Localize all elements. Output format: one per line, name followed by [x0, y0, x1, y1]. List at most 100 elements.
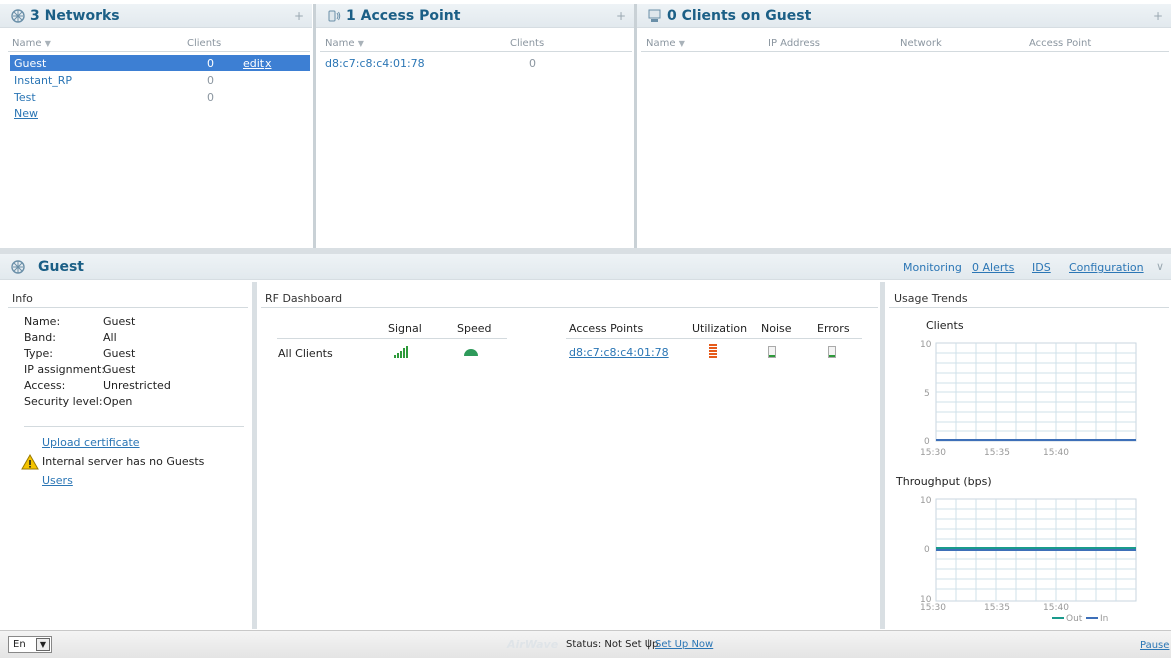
info-separator — [24, 426, 244, 427]
utilization-bar-icon — [709, 344, 717, 358]
upload-certificate-link[interactable]: Upload certificate — [42, 436, 140, 449]
info-title-line — [8, 307, 248, 308]
info-label-band: Band: — [24, 331, 56, 344]
language-value: En — [13, 639, 26, 650]
ap-col-clients: Clients — [510, 38, 545, 49]
throughput-x-tick-1535: 15:35 — [984, 603, 1010, 613]
noise-bar-icon — [768, 346, 776, 358]
rf-row-label: All Clients — [278, 347, 333, 360]
info-label-type: Type: — [24, 347, 53, 360]
top-divider-2 — [634, 4, 637, 248]
clients-panel-header: 0 Clients on Guest + — [637, 4, 1171, 28]
rf-col-access-points: Access Points — [569, 322, 644, 335]
access-points-panel-header: 1 Access Point + — [316, 4, 634, 28]
network-row-instant-rp-clients: 0 — [207, 74, 214, 87]
set-up-now-link[interactable]: Set Up Now — [655, 639, 713, 650]
speed-gauge-icon — [464, 349, 478, 356]
detail-divider-1 — [252, 282, 257, 629]
rf-header-line-left — [277, 338, 507, 339]
client-computer-icon — [648, 9, 661, 22]
network-delete-link[interactable]: x — [265, 57, 272, 70]
clients-col-network: Network — [900, 38, 942, 49]
networks-col-name[interactable]: Name ▼ — [12, 38, 51, 49]
new-network-link[interactable]: New — [14, 107, 38, 120]
clients-chart-title: Clients — [926, 319, 964, 332]
rf-col-errors: Errors — [817, 322, 850, 335]
info-value-band: All — [103, 331, 117, 344]
users-link[interactable]: Users — [42, 474, 73, 487]
detail-divider-2 — [880, 282, 885, 629]
clients-x-tick-1535: 15:35 — [984, 448, 1010, 458]
clients-chart: 10 5 0 15:30 15:35 15:40 — [920, 340, 1137, 458]
ap-row-name[interactable]: d8:c7:c8:c4:01:78 — [325, 57, 425, 70]
nav-ids[interactable]: IDS — [1032, 261, 1051, 274]
access-point-icon — [328, 10, 341, 22]
info-value-access: Unrestricted — [103, 379, 171, 392]
network-row-test-clients: 0 — [207, 91, 214, 104]
info-label-ip-assignment: IP assignment: — [24, 363, 106, 376]
throughput-x-tick-1530: 15:30 — [920, 603, 946, 613]
errors-bar-icon — [828, 346, 836, 358]
rf-col-utilization: Utilization — [692, 322, 748, 335]
clients-x-tick-1530: 15:30 — [920, 448, 946, 458]
access-points-expand-button[interactable]: + — [616, 9, 626, 23]
nav-monitoring[interactable]: Monitoring — [903, 261, 962, 274]
clients-col-ip: IP Address — [768, 38, 820, 49]
clients-x-tick-1540: 15:40 — [1043, 448, 1069, 458]
info-value-type: Guest — [103, 347, 136, 360]
signal-bars-icon — [394, 346, 408, 358]
usage-trends-title: Usage Trends — [894, 292, 968, 305]
networks-title: 3 Networks — [30, 8, 120, 24]
rf-col-speed: Speed — [457, 322, 492, 335]
networks-icon — [11, 9, 25, 23]
networks-col-divider — [8, 51, 310, 52]
clients-title: 0 Clients on Guest — [667, 8, 812, 24]
clients-y-tick-0: 0 — [924, 437, 930, 447]
language-select[interactable]: En ▼ — [8, 636, 52, 653]
networks-expand-button[interactable]: + — [294, 9, 304, 23]
warning-text: Internal server has no Guests — [42, 455, 205, 468]
clients-col-name[interactable]: Name ▼ — [646, 38, 685, 49]
networks-panel-header: 3 Networks + — [0, 4, 312, 28]
network-row-guest[interactable]: Guest — [14, 57, 46, 70]
legend-out-label: Out — [1066, 614, 1083, 623]
rf-ap-link[interactable]: d8:c7:c8:c4:01:78 — [569, 346, 669, 359]
network-row-guest-clients: 0 — [207, 57, 214, 70]
clients-col-ap: Access Point — [1029, 38, 1092, 49]
rf-col-signal: Signal — [388, 322, 422, 335]
detail-title: Guest — [38, 259, 84, 275]
pause-link[interactable]: Pause — [1140, 640, 1169, 651]
rf-title-line — [261, 307, 878, 308]
rf-col-noise: Noise — [761, 322, 792, 335]
clients-y-tick-10: 10 — [920, 340, 932, 350]
info-label-access: Access: — [24, 379, 66, 392]
rf-header-line-right — [566, 338, 862, 339]
info-label-name: Name: — [24, 315, 61, 328]
network-row-instant-rp[interactable]: Instant_RP — [14, 74, 72, 87]
language-dropdown-icon[interactable]: ▼ — [36, 638, 50, 651]
rf-dashboard-title: RF Dashboard — [265, 292, 343, 305]
detail-header: Guest Monitoring 0 Alerts IDS Configurat… — [0, 254, 1171, 280]
nav-configuration[interactable]: Configuration — [1069, 261, 1144, 274]
info-title: Info — [12, 292, 33, 305]
ap-row-clients: 0 — [529, 57, 536, 70]
access-points-title: 1 Access Point — [346, 8, 461, 24]
clients-col-divider — [641, 51, 1169, 52]
info-label-security: Security level: — [24, 395, 103, 408]
collapse-chevron-icon[interactable]: ∨ — [1156, 260, 1164, 273]
footer-bar: En ▼ AirWave Status: Not Set Up | Set Up… — [0, 630, 1171, 658]
clients-expand-button[interactable]: + — [1153, 9, 1163, 23]
network-row-test[interactable]: Test — [14, 91, 36, 104]
throughput-chart-title: Throughput (bps) — [896, 475, 992, 488]
top-divider-1 — [313, 4, 316, 248]
ap-col-name[interactable]: Name ▼ — [325, 38, 364, 49]
warning-icon — [21, 454, 39, 470]
info-value-security: Open — [103, 395, 133, 408]
throughput-x-tick-1540: 15:40 — [1043, 603, 1069, 613]
throughput-chart: 10 0 10 15:30 15:35 15:40 Out In — [920, 496, 1137, 623]
network-detail-icon — [11, 260, 25, 274]
networks-col-clients: Clients — [187, 38, 222, 49]
nav-alerts[interactable]: 0 Alerts — [972, 261, 1014, 274]
throughput-y-tick-top: 10 — [920, 496, 932, 506]
network-edit-link[interactable]: edit — [243, 57, 264, 70]
